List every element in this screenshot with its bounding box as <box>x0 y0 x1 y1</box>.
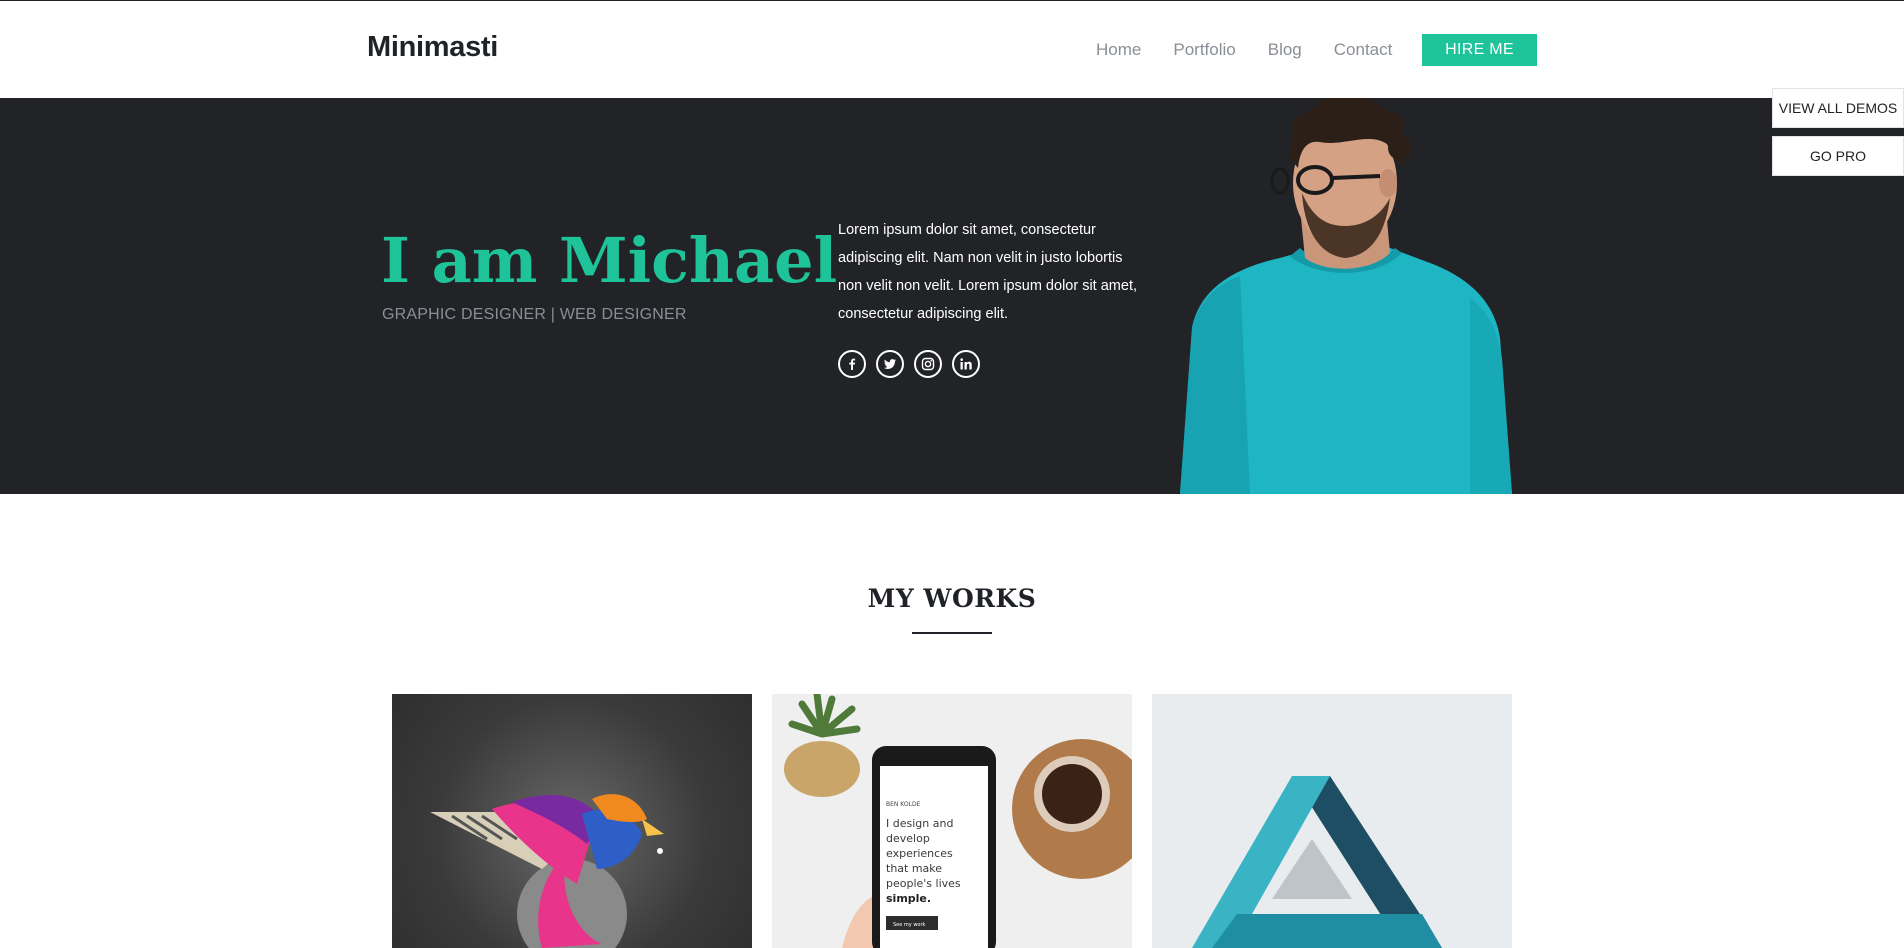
bird-illustration <box>430 794 664 948</box>
profile-photo <box>1180 98 1512 494</box>
phone-mockup-photo: BEN KOLDE I design and develop experienc… <box>772 694 1132 948</box>
hero-title: I am Michael <box>381 224 838 297</box>
phone-line-4: that make <box>886 862 942 875</box>
hero-section: I am Michael GRAPHIC DESIGNER | WEB DESI… <box>0 98 1904 494</box>
portfolio-item-triangle[interactable] <box>1152 694 1512 948</box>
phone-line-1: I design and <box>886 817 953 830</box>
twitter-icon[interactable] <box>876 350 904 378</box>
works-divider <box>912 632 992 634</box>
view-all-demos-button[interactable]: VIEW ALL DEMOS <box>1772 88 1904 128</box>
go-pro-button[interactable]: GO PRO <box>1772 136 1904 176</box>
linkedin-icon[interactable] <box>952 350 980 378</box>
site-logo[interactable]: Minimasti <box>367 31 498 64</box>
portfolio-item-phone[interactable]: BEN KOLDE I design and develop experienc… <box>772 694 1132 948</box>
phone-button: See my work <box>893 922 926 928</box>
nav-home[interactable]: Home <box>1096 40 1141 60</box>
nav-portfolio[interactable]: Portfolio <box>1173 40 1235 60</box>
phone-line-3: experiences <box>886 847 953 860</box>
social-links <box>838 350 980 378</box>
hire-me-button[interactable]: HIRE ME <box>1422 34 1537 66</box>
phone-brand: BEN KOLDE <box>886 801 921 808</box>
nav-contact[interactable]: Contact <box>1334 40 1393 60</box>
phone-line-5: people's lives <box>886 877 961 890</box>
hero-subtitle: GRAPHIC DESIGNER | WEB DESIGNER <box>382 306 687 323</box>
instagram-icon[interactable] <box>914 350 942 378</box>
hero-description: Lorem ipsum dolor sit amet, consectetur … <box>838 222 1137 322</box>
impossible-triangle-illustration <box>1192 776 1442 948</box>
phone-line-bold: simple. <box>886 892 931 905</box>
phone-line-2: develop <box>886 832 930 845</box>
portfolio-item-bird[interactable] <box>392 694 752 948</box>
nav-blog[interactable]: Blog <box>1268 40 1302 60</box>
site-header: Minimasti Home Portfolio Blog Contact HI… <box>0 0 1904 98</box>
works-title: MY WORKS <box>867 584 1037 613</box>
facebook-icon[interactable] <box>838 350 866 378</box>
main-nav: Home Portfolio Blog Contact <box>1096 40 1392 60</box>
